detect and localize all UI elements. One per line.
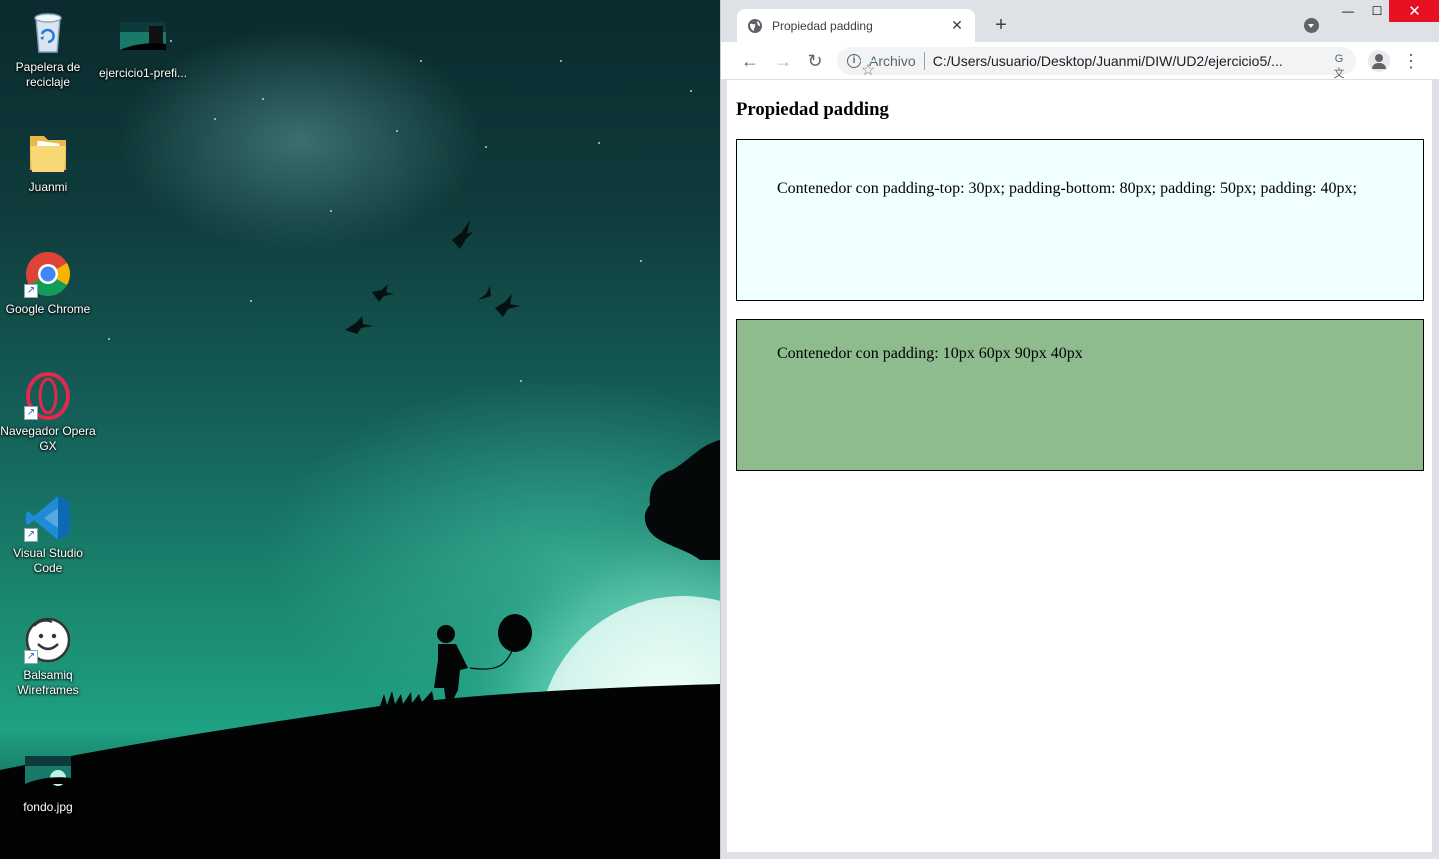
- translate-icon[interactable]: G文: [1330, 53, 1348, 80]
- maximize-button[interactable]: ☐: [1362, 0, 1392, 22]
- container-2-text: Contenedor con padding: 10px 60px 90px 4…: [777, 345, 1083, 362]
- desktop-icon-label: Visual Studio Code: [13, 546, 83, 575]
- desktop-icon-recycle-bin[interactable]: Papelera de reciclaje: [0, 8, 96, 90]
- tab-title: Propiedad padding: [772, 18, 873, 33]
- desktop-icon-label: ejercicio1-prefi...: [98, 66, 188, 80]
- vscode-icon: ↗: [24, 494, 72, 542]
- back-arrow-icon[interactable]: ←: [738, 49, 762, 73]
- forward-arrow-icon[interactable]: →: [771, 49, 795, 73]
- browser-toolbar: ← → ↻ i Archivo C:/Users/usuario/Desktop…: [721, 42, 1439, 80]
- desktop-icon-ejercicio1[interactable]: ejercicio1-prefi...: [95, 14, 191, 81]
- padding-container-2: Contenedor con padding: 10px 60px 90px 4…: [736, 319, 1424, 471]
- window-close-button[interactable]: ✕: [1389, 0, 1439, 22]
- page-heading: Propiedad padding: [736, 99, 889, 120]
- desktop-icon-juanmi[interactable]: Juanmi: [0, 128, 96, 195]
- url-separator: [923, 52, 925, 70]
- profile-avatar-icon[interactable]: [1368, 50, 1390, 72]
- desktop-icon-label: Juanmi: [28, 180, 68, 194]
- desktop-icon-google-chrome[interactable]: ↗ Google Chrome: [0, 250, 96, 317]
- bookmark-star-icon[interactable]: ☆: [859, 60, 877, 79]
- recycle-bin-icon: [24, 8, 72, 56]
- page-viewport: Propiedad padding Contenedor con padding…: [727, 80, 1433, 852]
- desktop: Papelera de reciclaje ejercicio1-prefi..…: [0, 0, 720, 859]
- padding-container-1: Contenedor con padding-top: 30px; paddin…: [736, 139, 1424, 301]
- desktop-icon-opera-gx[interactable]: ↗ Navegador Opera GX: [0, 372, 96, 454]
- chrome-icon: ↗: [24, 250, 72, 298]
- desktop-icon-fondo[interactable]: fondo.jpg: [0, 748, 96, 815]
- image-thumbnail-icon: [24, 748, 72, 796]
- shortcut-arrow-icon: ↗: [24, 406, 38, 420]
- desktop-icon-balsamiq[interactable]: ↗ Balsamiq Wireframes: [0, 616, 96, 698]
- desktop-icon-label: Navegador Opera GX: [0, 424, 96, 453]
- image-thumbnail-icon: [119, 14, 167, 62]
- tab-search-icon[interactable]: [1304, 18, 1319, 33]
- tab-propiedad-padding[interactable]: Propiedad padding ✕: [737, 9, 975, 42]
- address-bar[interactable]: i Archivo C:/Users/usuario/Desktop/Juanm…: [837, 47, 1356, 80]
- url-text[interactable]: C:/Users/usuario/Desktop/Juanmi/DIW/UD2/…: [933, 53, 1322, 69]
- window-border: [1432, 80, 1439, 859]
- tab-strip: Propiedad padding ✕ + — ☐ ✕: [721, 0, 1439, 42]
- folder-icon: [24, 128, 72, 176]
- desktop-icon-label: Papelera de reciclaje: [15, 60, 81, 89]
- shortcut-arrow-icon: ↗: [24, 650, 38, 664]
- globe-icon: [748, 18, 762, 33]
- minimize-button[interactable]: —: [1333, 0, 1363, 22]
- desktop-icon-label: Balsamiq Wireframes: [17, 668, 79, 697]
- opera-gx-icon: ↗: [24, 372, 72, 420]
- new-tab-button[interactable]: +: [989, 13, 1013, 37]
- tab-close-icon[interactable]: ✕: [949, 17, 965, 34]
- desktop-icon-label: fondo.jpg: [23, 800, 73, 814]
- browser-window: Propiedad padding ✕ + — ☐ ✕ ← → ↻ i Arch…: [720, 0, 1439, 859]
- shortcut-arrow-icon: ↗: [24, 528, 38, 542]
- desktop-icon-vscode[interactable]: ↗ Visual Studio Code: [0, 494, 96, 576]
- container-1-text: Contenedor con padding-top: 30px; paddin…: [777, 180, 1357, 197]
- kebab-menu-icon[interactable]: ⋮: [1401, 49, 1421, 73]
- reload-icon[interactable]: ↻: [803, 49, 827, 73]
- desktop-icon-label: Google Chrome: [5, 302, 91, 316]
- shortcut-arrow-icon: ↗: [24, 284, 38, 298]
- hill-silhouette: [0, 220, 720, 859]
- balsamiq-icon: ↗: [24, 616, 72, 664]
